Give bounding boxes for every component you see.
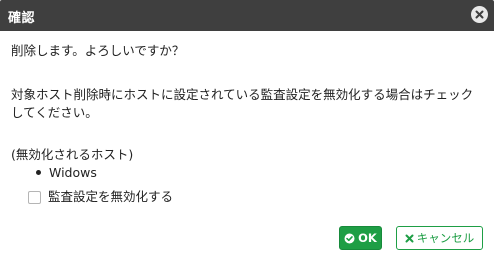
- dialog-titlebar: 確認: [0, 0, 494, 31]
- confirm-dialog: 確認 削除します。よろしいですか？ 対象ホスト削除時にホストに設定されている監査…: [0, 0, 494, 258]
- close-button[interactable]: [471, 6, 488, 23]
- cancel-label: キャンセル: [416, 231, 475, 245]
- dialog-title: 確認: [8, 11, 36, 26]
- disable-monitor-label: 監査設定を無効化する: [48, 189, 174, 204]
- delete-confirm-message: 削除します。よろしいですか？: [11, 43, 185, 58]
- disable-monitor-checkbox[interactable]: [28, 190, 41, 204]
- ok-button[interactable]: OK: [339, 226, 382, 250]
- cancel-button[interactable]: キャンセル: [396, 226, 483, 250]
- ok-label: OK: [358, 231, 377, 245]
- close-icon: [475, 10, 484, 19]
- monitor-disable-message: 対象ホスト削除時にホストに設定されている監査設定を無効化する場合はチェックしてく…: [11, 87, 474, 120]
- host-list-item: Widows: [11, 164, 97, 182]
- host-list: Widows: [11, 164, 97, 182]
- x-icon: [405, 234, 414, 243]
- disable-monitor-option[interactable]: 監査設定を無効化する: [28, 188, 173, 206]
- check-circle-icon: [344, 233, 355, 244]
- hosts-header: (無効化されるホスト): [11, 147, 134, 162]
